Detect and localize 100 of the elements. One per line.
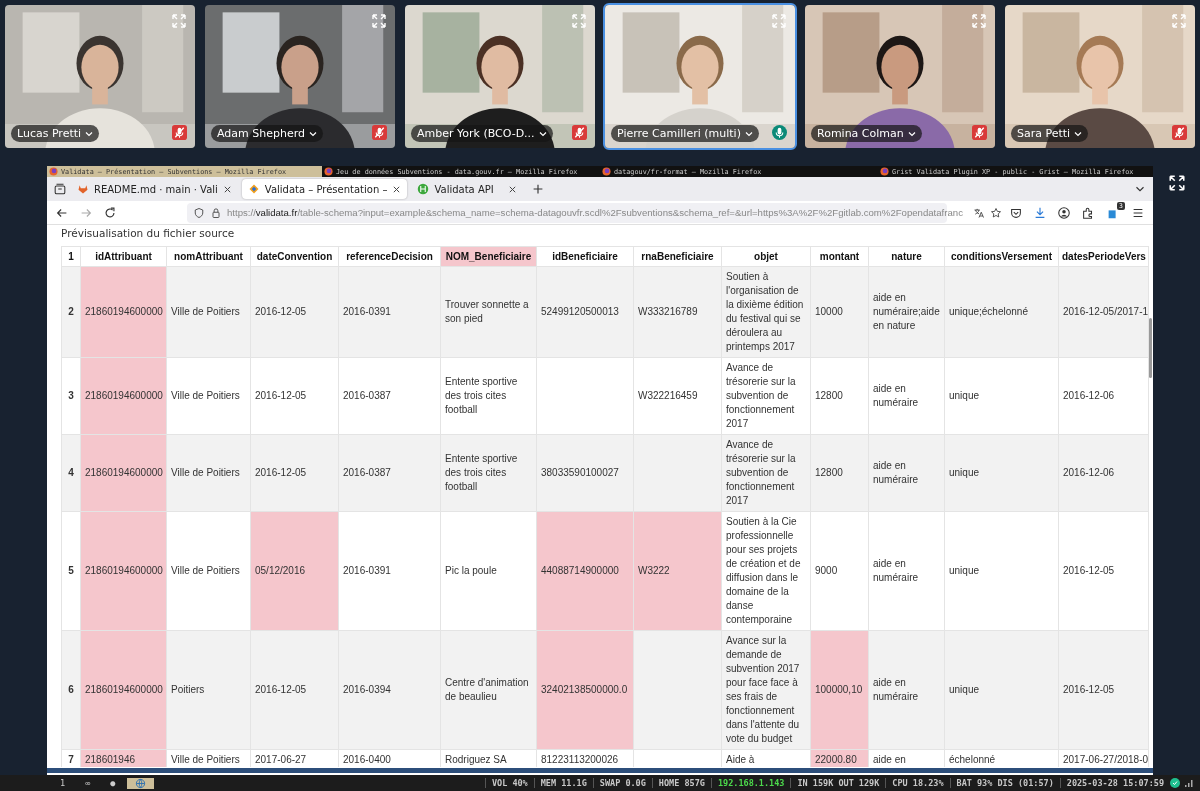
browser-icon	[324, 167, 333, 176]
puzzle-icon[interactable]	[1081, 205, 1095, 220]
table-cell: Ville de Poitiers	[166, 357, 251, 435]
star-icon[interactable]	[989, 206, 1002, 219]
table-cell: Ville de Poitiers	[166, 266, 251, 358]
expand-icon[interactable]	[1167, 174, 1186, 192]
table-cell: 2016-0394	[338, 630, 441, 750]
row-number: 6	[61, 630, 81, 750]
reload-icon[interactable]	[103, 205, 117, 220]
scrollbar[interactable]	[1149, 318, 1152, 378]
table-cell: 2016-12-05	[250, 266, 339, 358]
video-tile[interactable]: Adam Shepherd	[203, 3, 397, 150]
browser-tab[interactable]: Validata – Présentation –	[241, 179, 408, 199]
table-cell: 38033590100027	[536, 434, 634, 512]
fox-icon	[77, 183, 89, 195]
table-cell: unique	[944, 357, 1059, 435]
scrollbar[interactable]	[47, 768, 1153, 773]
table-cell: 2016-12-06	[1058, 434, 1149, 512]
workspace-button[interactable]: ●	[102, 778, 124, 788]
close-icon[interactable]	[392, 184, 402, 194]
video-tile[interactable]: Amber York (BCO-D...	[403, 3, 597, 150]
name-tag[interactable]: Amber York (BCO-D...	[411, 125, 553, 142]
column-header: referenceDecision	[338, 246, 441, 267]
table-cell: W333216789	[633, 266, 722, 358]
table-cell: 21860194600000	[80, 357, 167, 435]
video-tile[interactable]: Lucas Pretti	[3, 3, 197, 150]
table-cell: 9000	[810, 511, 869, 631]
name-tag[interactable]: Sara Petti	[1011, 125, 1089, 142]
row-number: 5	[61, 511, 81, 631]
table-cell: 2016-12-05/2017-1	[1058, 266, 1149, 358]
table-cell: 21860194600000	[80, 511, 167, 631]
muted-microphone-icon[interactable]	[972, 125, 987, 140]
video-tile[interactable]: Romina Colman	[803, 3, 997, 150]
workspace-button[interactable]: ∞	[77, 778, 99, 788]
diamond-icon	[247, 183, 260, 195]
table-cell: 12800	[810, 434, 869, 512]
name-tag[interactable]: Pierre Camilleri (multi)	[611, 125, 759, 142]
table-cell: Centre d'animation de beaulieu	[440, 630, 537, 750]
row-number: 2	[61, 266, 81, 358]
workspace-button[interactable]	[127, 777, 155, 789]
table-cell: aide en numéraire	[868, 511, 945, 631]
table-cell: 21860194600000	[80, 630, 167, 750]
workspace-button[interactable]: 1	[52, 778, 74, 788]
download-icon[interactable]	[1033, 205, 1047, 220]
video-tile[interactable]: Sara Petti	[1003, 3, 1197, 150]
url-text: https://validata.fr/table-schema?input=example&schema_name=schema-datagouvfr.scdl%2Fsubventions&schema_ref=&url=https%3A%2F%2Fgitlab.com%2Fopendatafranc	[227, 207, 963, 218]
muted-microphone-icon[interactable]	[1172, 125, 1187, 140]
table-cell: Entente sportive des trois cites football	[440, 357, 537, 435]
table-cell: aide en numéraire	[868, 434, 945, 512]
table-cell: 2016-12-05	[250, 357, 339, 435]
table-cell: 44088714900000	[536, 511, 634, 631]
table-cell: 2016-0387	[338, 357, 441, 435]
table-cell: Avance de trésorerie sur la subvention de fonctionnement 2017	[721, 434, 811, 512]
translate-icon[interactable]	[972, 206, 985, 219]
table-cell: Avance sur la demande de subvention 2017 pour face face à ses frais de fonctionnement dans l'attente du vote du budget	[721, 630, 811, 750]
table-cell: 52499120500013	[536, 266, 634, 358]
muted-microphone-icon[interactable]	[572, 125, 587, 140]
caret-icon	[538, 130, 547, 137]
name-tag[interactable]: Romina Colman	[811, 125, 922, 142]
table-cell: 2016-12-06	[1058, 357, 1149, 435]
table-cell: Ville de Poitiers	[166, 434, 251, 512]
table-cell: Trouver sonnette a son pied	[440, 266, 537, 358]
status-text: 192.168.1.143	[716, 778, 786, 788]
table-cell: 2016-0391	[338, 266, 441, 358]
table-cell: 2016-12-05	[250, 630, 339, 750]
column-header: objet	[721, 246, 811, 267]
table-cell: 32402138500000.0	[536, 630, 634, 750]
account-icon[interactable]	[1057, 205, 1071, 220]
video-tile[interactable]: Pierre Camilleri (multi)	[603, 3, 797, 150]
table-cell: Pic la poule	[440, 511, 537, 631]
muted-microphone-icon[interactable]	[172, 125, 187, 140]
browser-tab[interactable]: Validata API	[411, 179, 524, 199]
table-cell: Ville de Poitiers	[166, 511, 251, 631]
table-cell: W322216459	[633, 357, 722, 435]
table-cell: 2016-12-05	[1058, 511, 1149, 631]
status-text: IN 159K OUT 129K	[796, 778, 881, 788]
column-header: datesPeriodeVers	[1058, 246, 1149, 267]
network-icon	[1170, 778, 1180, 788]
browser-tab[interactable]: README.md · main · Vali	[71, 179, 238, 199]
name-tag[interactable]: Lucas Pretti	[11, 125, 100, 142]
caret-icon	[907, 130, 916, 137]
close-icon[interactable]	[222, 184, 232, 194]
status-text: MEM 11.1G	[539, 778, 588, 788]
browser-icon	[49, 167, 58, 176]
status-text: VOL 40%	[490, 778, 529, 788]
table-cell: aide en numéraire	[868, 630, 945, 750]
row-number: 3	[61, 357, 81, 435]
close-icon[interactable]	[508, 184, 518, 194]
muted-microphone-icon[interactable]	[372, 125, 387, 140]
tab-list-icon[interactable]	[53, 182, 67, 196]
column-header: idAttribuant	[80, 246, 167, 267]
microphone-icon[interactable]	[772, 125, 787, 140]
table-cell: aide en numéraire	[868, 357, 945, 435]
name-tag[interactable]: Adam Shepherd	[211, 125, 324, 142]
column-header: nature	[868, 246, 945, 267]
column-header: idBeneficiaire	[536, 246, 634, 267]
table-cell: 12800	[810, 357, 869, 435]
table-cell: unique	[944, 434, 1059, 512]
caret-icon	[1074, 130, 1083, 137]
status-text: HOME 857G	[657, 778, 706, 788]
